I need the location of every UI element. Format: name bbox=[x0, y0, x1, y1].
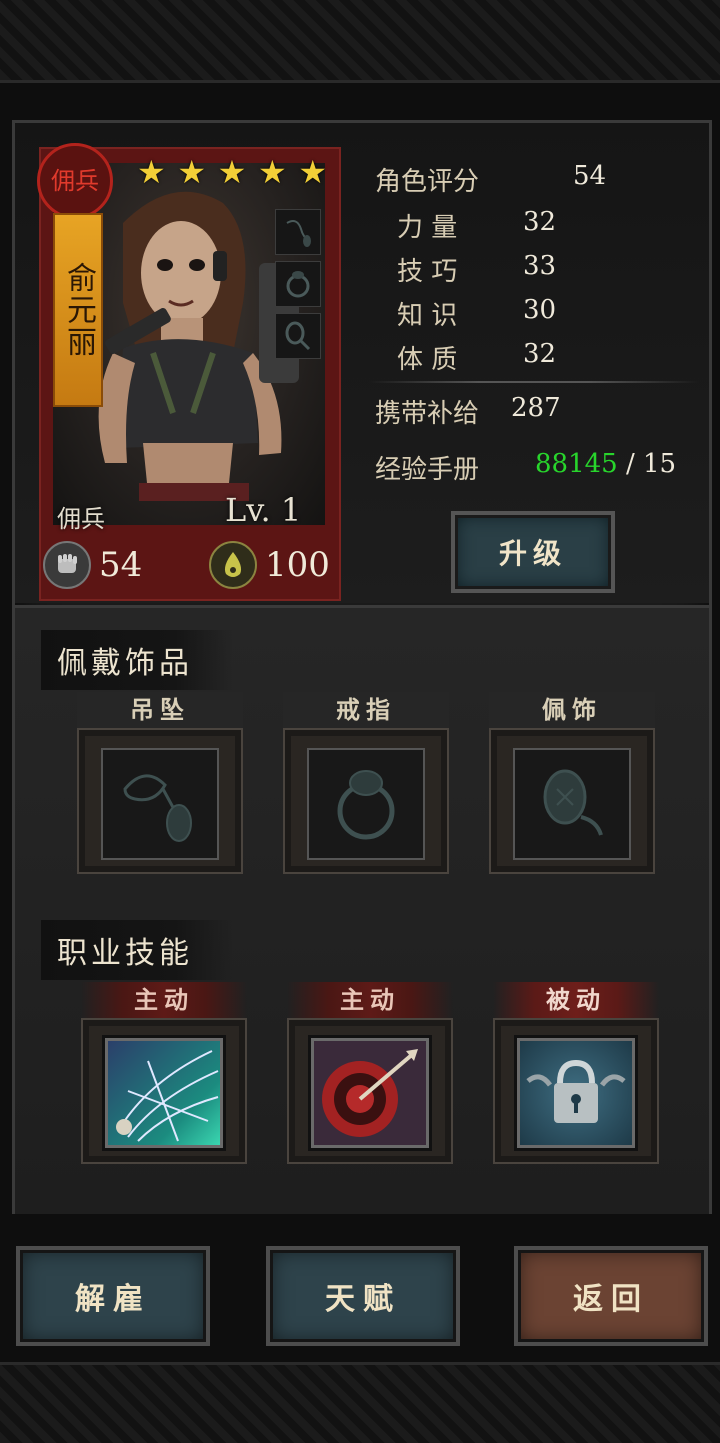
skills-section-title: 职业技能 bbox=[41, 920, 233, 980]
trinket-slot-pendant[interactable]: 吊坠 bbox=[77, 692, 243, 874]
skill-slot-3[interactable]: 被动 bbox=[493, 982, 659, 1164]
star-icon: ★ bbox=[177, 153, 207, 191]
star-icon: ★ bbox=[298, 153, 327, 191]
fist-icon bbox=[43, 541, 91, 589]
rating-value: 54 bbox=[573, 161, 607, 191]
hero-summary-section: 佣兵 俞元丽 ★ ★ ★ ★ ★ 佣兵 Lv. 1 54 100 角色评分 54… bbox=[15, 123, 709, 603]
hp-stat: 54 bbox=[41, 541, 142, 589]
web-net-skill-icon bbox=[105, 1038, 223, 1148]
supplies-row: 携带补给 287 bbox=[375, 393, 561, 430]
star-icon: ★ bbox=[217, 153, 247, 191]
skill-slot-frame bbox=[81, 1018, 247, 1164]
top-decorative-border bbox=[0, 0, 720, 83]
back-button[interactable]: 返回 bbox=[514, 1246, 708, 1346]
exp-required: 15 bbox=[643, 449, 677, 479]
skill-slot-1[interactable]: 主动 bbox=[81, 982, 247, 1164]
skill-type-label: 主动 bbox=[81, 982, 247, 1018]
skill-row: 技 巧 33 bbox=[397, 251, 556, 288]
stats-divider bbox=[369, 381, 699, 383]
dismiss-button[interactable]: 解雇 bbox=[16, 1246, 210, 1346]
exp-current: 88145 bbox=[535, 449, 618, 479]
trinket-slot-label: 戒指 bbox=[283, 692, 449, 728]
rating-row: 角色评分 54 bbox=[375, 161, 606, 198]
hero-star-rating: ★ ★ ★ ★ ★ bbox=[137, 155, 327, 189]
trinket-slot-frame bbox=[283, 728, 449, 874]
skill-slot-frame bbox=[287, 1018, 453, 1164]
class-seal-emblem: 佣兵 bbox=[37, 143, 113, 219]
pendant-icon bbox=[101, 748, 219, 860]
hero-class-label: 佣兵 bbox=[57, 505, 105, 533]
knowledge-value: 30 bbox=[523, 295, 557, 325]
hero-portrait-card: 佣兵 俞元丽 ★ ★ ★ ★ ★ 佣兵 Lv. 1 54 100 bbox=[37, 143, 341, 601]
star-icon: ★ bbox=[137, 153, 166, 191]
trinkets-section-title: 佩戴饰品 bbox=[41, 630, 233, 690]
skill-slot-2[interactable]: 主动 bbox=[287, 982, 453, 1164]
strength-value: 32 bbox=[523, 207, 557, 237]
charm-icon bbox=[513, 748, 631, 860]
constitution-label: 体 质 bbox=[397, 345, 458, 375]
supplies-value: 287 bbox=[511, 393, 561, 423]
drop-icon bbox=[209, 541, 257, 589]
skill-type-label: 被动 bbox=[493, 982, 659, 1018]
rating-label: 角色评分 bbox=[375, 167, 480, 197]
bottom-action-bar: 解雇 天赋 返回 bbox=[0, 1246, 720, 1346]
hero-detail-panel: 佣兵 俞元丽 ★ ★ ★ ★ ★ 佣兵 Lv. 1 54 100 角色评分 54… bbox=[12, 120, 712, 1214]
exp-progress: 88145 / 15 bbox=[535, 449, 676, 479]
exp-label: 经验手册 bbox=[375, 455, 480, 485]
upgrade-button[interactable]: 升级 bbox=[451, 511, 615, 593]
trinket-slot-label: 吊坠 bbox=[77, 692, 243, 728]
pendant-indicator-icon bbox=[275, 209, 321, 255]
charm-indicator-icon bbox=[275, 313, 321, 359]
knowledge-row: 知 识 30 bbox=[397, 295, 556, 332]
stress-stat: 100 bbox=[209, 541, 330, 589]
ring-icon bbox=[307, 748, 425, 860]
skill-value: 33 bbox=[523, 251, 557, 281]
constitution-value: 32 bbox=[523, 339, 557, 369]
strength-label: 力 量 bbox=[397, 213, 458, 243]
trinket-slot-ring[interactable]: 戒指 bbox=[283, 692, 449, 874]
skill-label: 技 巧 bbox=[397, 257, 458, 287]
constitution-row: 体 质 32 bbox=[397, 339, 556, 376]
ring-indicator-icon bbox=[275, 261, 321, 307]
trinket-slot-frame bbox=[77, 728, 243, 874]
trinket-slot-label: 佩饰 bbox=[489, 692, 655, 728]
hero-level: Lv. 1 bbox=[225, 491, 302, 529]
target-arrow-skill-icon bbox=[311, 1038, 429, 1148]
exp-separator: / bbox=[617, 449, 644, 479]
stress-value: 100 bbox=[265, 545, 330, 585]
supplies-label: 携带补给 bbox=[375, 399, 480, 429]
hp-value: 54 bbox=[99, 545, 143, 585]
hero-name-banner: 俞元丽 bbox=[53, 213, 103, 407]
exp-row: 经验手册 88145 / 15 bbox=[375, 449, 676, 486]
knowledge-label: 知 识 bbox=[397, 301, 458, 331]
trinket-slot-frame bbox=[489, 728, 655, 874]
equipped-trinket-indicators bbox=[275, 209, 321, 365]
star-icon: ★ bbox=[257, 153, 287, 191]
trinket-slot-charm[interactable]: 佩饰 bbox=[489, 692, 655, 874]
locked-chain-skill-icon bbox=[517, 1038, 635, 1148]
skill-slot-frame bbox=[493, 1018, 659, 1164]
equipment-skills-section: 佩戴饰品 吊坠 戒指 佩饰 职业技能 主动 主动 被动 bbox=[15, 605, 709, 1214]
skill-type-label: 主动 bbox=[287, 982, 453, 1018]
talent-button[interactable]: 天赋 bbox=[266, 1246, 460, 1346]
strength-row: 力 量 32 bbox=[397, 207, 556, 244]
bottom-decorative-border bbox=[0, 1362, 720, 1443]
